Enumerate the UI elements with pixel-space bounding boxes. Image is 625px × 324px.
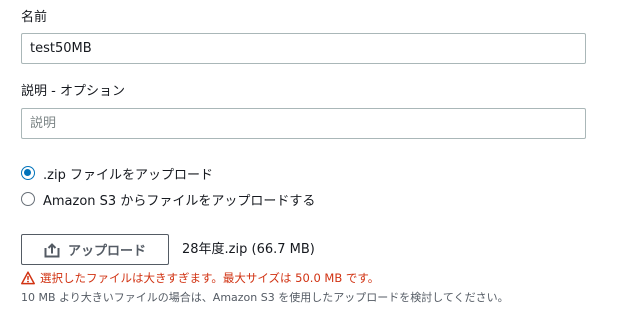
file-size-error: 選択したファイルは大きすぎます。最大サイズは 50.0 MB です。: [21, 269, 379, 287]
radio-option-upload-from-s3[interactable]: Amazon S3 からファイルをアップロードする: [21, 189, 315, 209]
error-message: 選択したファイルは大きすぎます。最大サイズは 50.0 MB です。: [40, 271, 380, 285]
name-input[interactable]: [21, 33, 586, 64]
upload-button[interactable]: アップロード: [21, 234, 169, 265]
upload-button-label: アップロード: [67, 244, 146, 259]
radio-button-checked[interactable]: [21, 166, 35, 180]
name-label: 名前: [21, 10, 48, 25]
radio-label-upload-from-s3: Amazon S3 からファイルをアップロードする: [43, 193, 316, 209]
description-input[interactable]: [21, 108, 586, 139]
radio-option-upload-zip[interactable]: .zip ファイルをアップロード: [21, 163, 213, 183]
upload-size-hint: 10 MB より大きいファイルの場合は、Amazon S3 を使用したアップロー…: [21, 291, 509, 304]
radio-button-unchecked[interactable]: [21, 192, 35, 206]
radio-label-upload-zip: .zip ファイルをアップロード: [43, 167, 213, 183]
description-label: 説明 - オプション: [21, 84, 125, 99]
warning-icon: [21, 271, 35, 285]
selected-file-name: 28年度.zip (66.7 MB): [182, 242, 315, 257]
upload-icon: [44, 242, 60, 257]
